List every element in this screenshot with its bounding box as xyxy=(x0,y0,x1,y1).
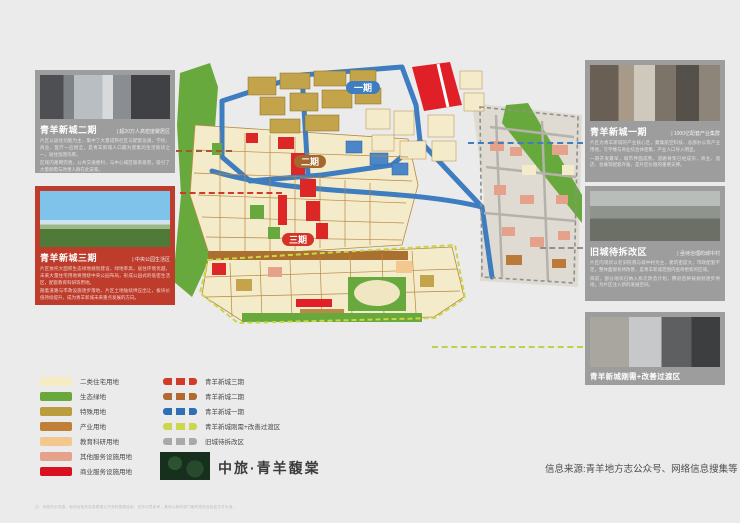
legend-zone-2: 青羊新城一期 xyxy=(163,406,244,416)
legend-landuse-0: 二类住宅用地 xyxy=(40,376,119,386)
oldtown-subtitle: | 亟待治理的城中村 xyxy=(677,250,720,257)
legend-landuse-3: 产业用地 xyxy=(40,421,106,431)
swatch-residential xyxy=(40,377,72,386)
leader-phase2 xyxy=(176,150,232,152)
phase2-body2: 区域内路网完善，公共交通便利，与中心城区联系紧密，吸引了大量刚需与改善人群在此安… xyxy=(40,160,170,174)
swatch-special xyxy=(40,407,72,416)
leader-transition xyxy=(432,346,583,348)
leader-phase3 xyxy=(180,192,282,194)
zone-line-phase3 xyxy=(163,378,197,385)
legend-landuse-2: 特殊用地 xyxy=(40,406,106,416)
oldtown-title: 旧城待拆改区 xyxy=(590,245,647,258)
swatch-education xyxy=(40,437,72,446)
oldtown-body1: 片区内现状以老旧院落与城中村为主，建筑密度大，市政配套不足，整体面貌有待改善，是… xyxy=(590,260,720,274)
transition-photo xyxy=(590,317,720,367)
phase3-body1: 片区依托大面积生态绿地规划建设，绿地率高，居住环境优越，未来大量住宅用地将围绕中… xyxy=(40,266,170,286)
phase3-subtitle: | 中央公园生活区 xyxy=(132,256,170,263)
badge-phase1: 一期 xyxy=(346,81,380,94)
phase2-title: 青羊新城二期 xyxy=(40,123,97,136)
brown-strip xyxy=(208,251,408,260)
red-parcel-large xyxy=(412,62,462,111)
legend-landuse-5: 其他服务设施用地 xyxy=(40,451,132,461)
phase3-photo xyxy=(40,191,170,247)
swatch-commercial xyxy=(40,467,72,476)
phase3-body2: 随着道路与市政设施逐步落地，片区土地陆续供应出让，板块价值持续提升，成为青羊新城… xyxy=(40,288,170,302)
svg-text:二期: 二期 xyxy=(301,156,319,167)
card-transition: 青羊新城刚需+改善过渡区 xyxy=(585,312,725,385)
leader-oldtown xyxy=(540,247,583,249)
phase1-body1: 片区为青羊新城的产业核心区，聚集航空科技、总部办公等产业用地，写字楼与商业综合体… xyxy=(590,140,720,154)
phase2-body1: 片区以居住功能为主，集中了大量成熟社区与配套设施，学校、商业、医疗一应俱全，是青… xyxy=(40,138,170,158)
card-oldtown: 旧城待拆改区 | 亟待治理的城中村 片区内现状以老旧院落与城中村为主，建筑密度大… xyxy=(585,186,725,301)
badge-phase2: 二期 xyxy=(294,155,326,168)
legend-landuse-6: 商业服务设施用地 xyxy=(40,466,132,476)
legend-zone-0: 青羊新城三期 xyxy=(163,376,244,386)
leader-phase1 xyxy=(468,142,583,144)
swatch-industry xyxy=(40,422,72,431)
phase1-title: 青羊新城一期 xyxy=(590,125,647,138)
phase1-subtitle: | 1000亿配套产业集群 xyxy=(671,130,720,137)
zone-line-phase2 xyxy=(163,393,197,400)
landuse-map: 一期 二期 三期 xyxy=(150,45,590,350)
card-phase1: 青羊新城一期 | 1000亿配套产业集群 片区为青羊新城的产业核心区，聚集航空科… xyxy=(585,60,725,182)
oldtown-body2: 目前，部分地块已纳入拆迁改造计划，腾退后将按规划逐步供地，为片区注入新的发展空间… xyxy=(590,276,720,290)
phase1-photo xyxy=(590,65,720,121)
card-phase2: 青羊新城二期 | 超20万人高密度聚居区 片区以居住功能为主，集中了大量成熟社区… xyxy=(35,70,175,173)
phase1-body2: 一期开发最早，城市界面成熟，道路骨架已经成形，商业、酒店、会展等配套齐备，是片区… xyxy=(590,156,720,170)
svg-text:三期: 三期 xyxy=(289,234,307,245)
poster-canvas: 一期 二期 三期 青羊新城二期 | 超20万人高密度聚居区 片区以居住功能为主，… xyxy=(0,0,740,523)
zone-line-oldtown xyxy=(163,438,197,445)
swatch-green xyxy=(40,392,72,401)
phase2-photo xyxy=(40,75,170,119)
transition-title: 青羊新城刚需+改善过渡区 xyxy=(590,371,720,382)
badge-phase3: 三期 xyxy=(282,233,314,246)
khaki-parcels xyxy=(248,70,381,133)
legend-zone-1: 青羊新城二期 xyxy=(163,391,244,401)
legend-zone-3: 青羊新城刚需+改善过渡区 xyxy=(163,421,280,431)
svg-text:一期: 一期 xyxy=(354,82,372,93)
legend-zone-4: 旧城待拆改区 xyxy=(163,436,244,446)
fine-print: 注：本图所示范围、地块及相关信息根据公开资料整理绘制，仅作示意参考，具体以政府部… xyxy=(35,505,236,510)
legend-landuse-1: 生态绿地 xyxy=(40,391,106,401)
card-phase3: 青羊新城三期 | 中央公园生活区 片区依托大面积生态绿地规划建设，绿地率高，居住… xyxy=(35,186,175,305)
zone-line-transition xyxy=(163,423,197,430)
legend-landuse-4: 教育科研用地 xyxy=(40,436,119,446)
info-source: 信息来源:青羊地方志公众号、网络信息搜集等 xyxy=(545,461,738,475)
brand-logo-image xyxy=(160,452,210,480)
oldtown-photo xyxy=(590,191,720,241)
phase3-title: 青羊新城三期 xyxy=(40,251,97,264)
brand-name: 中旅·青羊馥棠 xyxy=(218,458,321,478)
phase2-subtitle: | 超20万人高密度聚居区 xyxy=(117,128,170,135)
zone-line-phase1 xyxy=(163,408,197,415)
swatch-otherservice xyxy=(40,452,72,461)
park-oval xyxy=(354,280,400,306)
